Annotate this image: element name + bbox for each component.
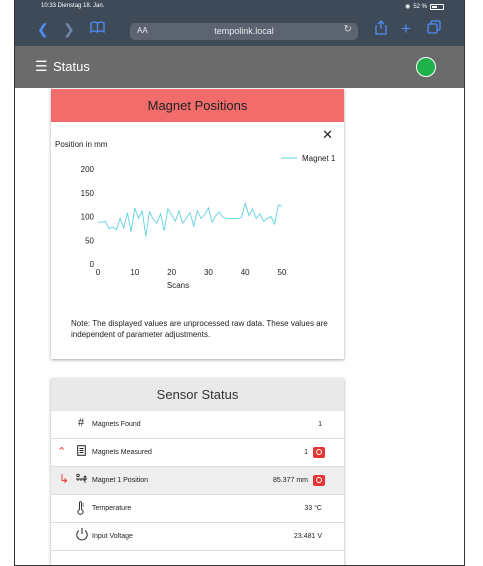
app-frame: 10:33 Dienstag 18. Jan. ◉ 52 % ❮ ❯ AA te… [14,0,465,566]
chart-title: Position in mm [55,140,108,149]
battery-percent: 52 % [413,3,427,10]
browser-toolbar: ❮ ❯ AA tempolink.local ↻ + [15,14,464,46]
magnet-positions-card: Magnet Positions ✕ Position in mm 0 50 100… [51,89,344,359]
url-text: tempolink.local [214,26,274,36]
share-icon[interactable] [375,20,387,38]
app-header: ☰ Status [15,46,464,88]
new-tab-icon[interactable]: + [401,19,411,39]
y-tick-label: 50 [85,236,94,245]
bookmarks-icon[interactable] [90,21,105,37]
raw-data-note: Note: The displayed values are unprocess… [71,319,328,339]
position-ruler-icon [75,473,87,487]
row-label: Magnet 1 Position [92,477,149,484]
x-axis-label: Scans [167,281,189,290]
row-input-voltage: Input Voltage 23.481 V [51,523,344,551]
y-tick-label: 200 [81,165,95,174]
row-label: Input Voltage [92,533,133,540]
connection-status-indicator[interactable] [416,57,436,77]
subitem-arrow-icon: ↳ [59,472,70,486]
magnet-position-chart: Position in mm 050100150200 0 10 20 30 40 50 … [55,140,336,290]
row-value: 1 [304,449,308,456]
sensor-status-title: Sensor Status [51,378,344,411]
row-magnet-1-position[interactable]: ↳ Magnet 1 Position 85.377 mm [51,467,344,495]
power-icon [75,527,88,544]
address-bar[interactable]: AA tempolink.local ↻ [130,23,358,40]
x-tick-label: 20 [167,268,176,277]
row-value: 85.377 mm [272,477,308,484]
legend-label-magnet-1: Magnet 1 [302,154,336,163]
battery-icon [430,3,444,10]
ios-status-bar: 10:33 Dienstag 18. Jan. ◉ 52 % [15,0,464,14]
sensor-status-card: Sensor Status # Magnets Found 1 ⌃ Magnet… [51,378,344,565]
menu-icon[interactable]: ☰ [35,58,48,75]
back-icon[interactable]: ❮ [37,21,49,38]
x-tick-label: 10 [130,268,139,277]
document-icon [75,445,87,459]
status-right: ◉ 52 % [405,3,444,10]
hash-icon: # [77,417,85,429]
search-icon[interactable] [313,447,325,458]
row-value: 23.481 V [293,533,322,540]
x-tick-label: 30 [204,268,213,277]
tabs-icon[interactable] [427,20,441,37]
x-tick-label: 0 [96,268,101,277]
magnet-positions-title: Magnet Positions [51,89,344,122]
row-label: Temperature [92,505,132,512]
forward-icon[interactable]: ❯ [63,21,75,38]
chevron-up-icon[interactable]: ⌃ [57,445,66,458]
row-value: 33 °C [304,505,322,512]
y-tick-label: 0 [90,260,95,269]
x-tick-label: 50 [278,268,287,277]
row-value: 1 [318,421,322,428]
row-magnets-found: # Magnets Found 1 [51,411,344,439]
search-icon[interactable] [313,475,325,486]
y-tick-label: 100 [81,213,95,222]
wifi-icon: ◉ [405,4,411,10]
x-tick-label: 40 [241,268,250,277]
thermometer-icon [75,501,87,518]
series-line-magnet-1 [98,201,283,237]
row-label: Magnets Measured [92,449,152,456]
row-temperature: Temperature 33 °C [51,495,344,523]
battery-fill [432,5,437,8]
row-magnets-measured[interactable]: ⌃ Magnets Measured 1 [51,439,344,467]
page-title: Status [53,59,90,74]
row-label: Magnets Found [92,421,141,428]
status-time: 10:33 Dienstag 18. Jan. [41,3,105,9]
y-tick-label: 150 [81,189,95,198]
reload-icon[interactable]: ↻ [344,24,352,35]
